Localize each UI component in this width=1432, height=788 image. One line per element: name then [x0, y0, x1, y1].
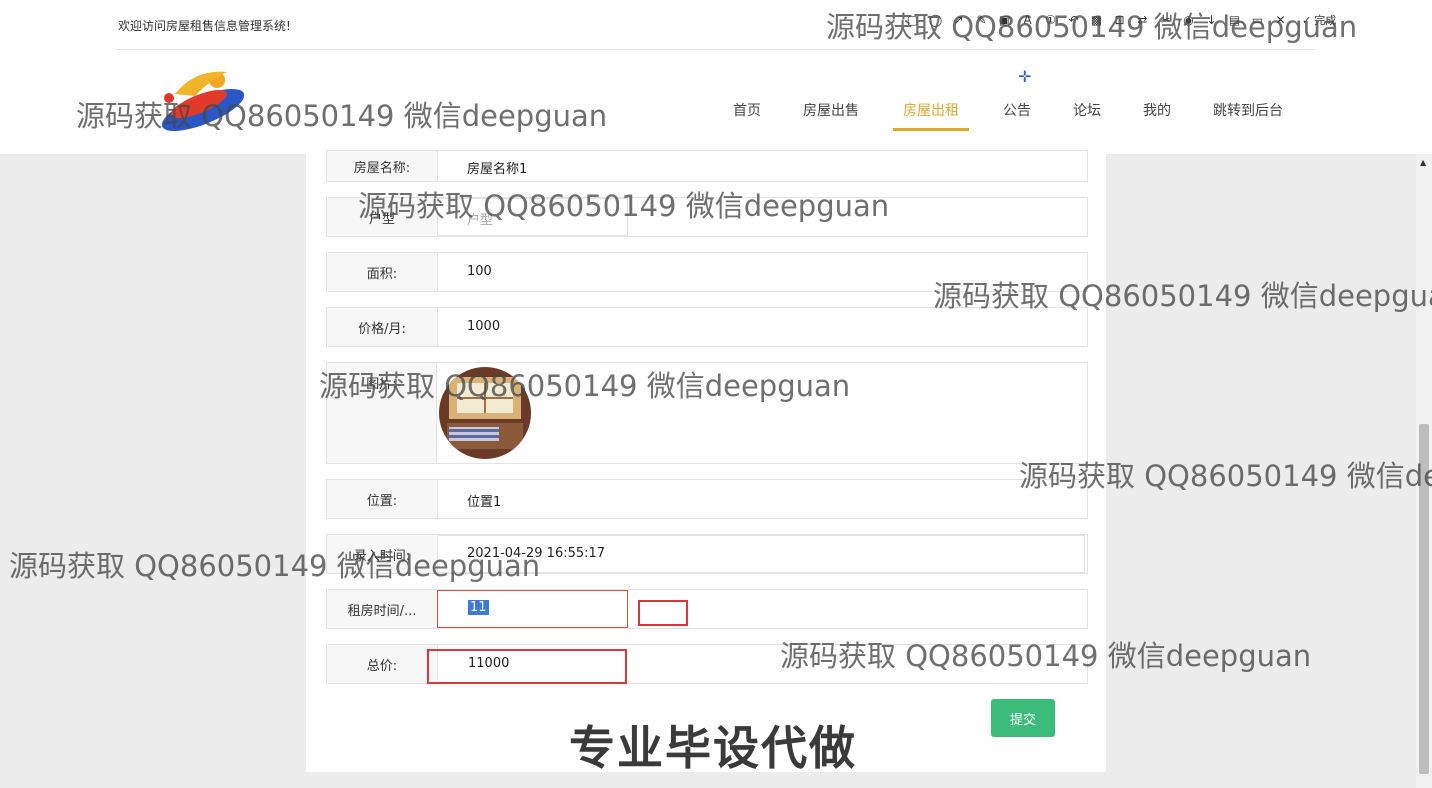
site-logo[interactable]: [155, 64, 250, 138]
nav-house-rent[interactable]: 房屋出租: [893, 90, 969, 131]
undo-icon[interactable]: ↶: [1066, 13, 1081, 28]
row-entry-time: 录入时间: 2021-04-29 16:55:17: [326, 534, 1088, 574]
scissors-icon[interactable]: ✂: [1158, 13, 1173, 28]
annotation-box-total: [427, 649, 627, 684]
rent-time-input[interactable]: [437, 590, 628, 628]
row-price: 价格/月: 1000: [326, 307, 1088, 347]
mosaic-icon[interactable]: ▩: [1089, 13, 1104, 28]
row-house-type: 户型 户型: [326, 197, 1088, 237]
value-house-type: 户型: [467, 213, 494, 228]
download-icon[interactable]: ↓: [1204, 13, 1219, 28]
house-photo: [439, 367, 531, 459]
bookmark-icon[interactable]: ▭: [1250, 13, 1265, 28]
row-rent-time: 租房时间/... 11: [326, 589, 1088, 629]
close-icon[interactable]: ✕: [1273, 13, 1288, 28]
header-divider: [115, 49, 1315, 50]
page-scrollbar[interactable]: ▲: [1416, 154, 1432, 788]
check-icon: ✓: [1302, 13, 1312, 27]
label-area: 面积:: [327, 253, 438, 291]
label-image: 图片:: [327, 363, 437, 463]
arrow-icon[interactable]: ↗: [951, 13, 966, 28]
site-header: 欢迎访问房屋租售信息管理系统! ✛ 首页 房屋出售 房屋出租 公告 论坛 我的 …: [0, 0, 1432, 154]
crosshair-icon: ✛: [1018, 67, 1032, 86]
scroll-thumb[interactable]: [1419, 424, 1429, 774]
submit-button[interactable]: 提交: [991, 699, 1055, 737]
translate-icon[interactable]: ⇄: [1135, 13, 1150, 28]
row-location: 位置: 位置1: [326, 479, 1088, 519]
number-icon[interactable]: ①: [1043, 13, 1058, 28]
nav-notice[interactable]: 公告: [1003, 90, 1031, 128]
value-house-name: 房屋名称1: [467, 162, 528, 177]
nav-home[interactable]: 首页: [733, 90, 761, 128]
nav-house-sale[interactable]: 房屋出售: [803, 90, 859, 128]
done-button[interactable]: ✓ 完成: [1302, 12, 1336, 28]
row-house-name: 房屋名称: 房屋名称1: [326, 150, 1088, 182]
screenshot-toolbar: ▢ ◯ ↗ ✎ ▣ A ① ↶ ▩ ⊡ ⇄ ✂ ◉ ↓ ▤ ▭ ✕ ✓ 完成: [905, 8, 1336, 32]
label-house-name: 房屋名称:: [327, 151, 438, 181]
pen-icon[interactable]: ✎: [974, 13, 989, 28]
ellipse-icon[interactable]: ◯: [928, 13, 943, 28]
nav-forum[interactable]: 论坛: [1073, 90, 1101, 128]
value-location: 位置1: [467, 495, 502, 510]
label-rent-time: 租房时间/...: [327, 590, 438, 628]
annotation-box-small: [638, 600, 688, 626]
nav-mine[interactable]: 我的: [1143, 90, 1171, 128]
nav-admin[interactable]: 跳转到后台: [1213, 90, 1283, 128]
welcome-text: 欢迎访问房屋租售信息管理系统!: [118, 19, 291, 33]
text-icon[interactable]: A: [1020, 13, 1035, 28]
house-type-field[interactable]: [437, 198, 628, 236]
promo-text: 专业毕设代做: [569, 721, 857, 775]
label-price: 价格/月:: [327, 308, 438, 346]
label-total: 总价:: [327, 645, 438, 683]
save-icon[interactable]: ▤: [1227, 13, 1242, 28]
row-area: 面积: 100: [326, 252, 1088, 292]
house-detail-form: 房屋名称: 房屋名称1 户型 户型 面积: 100 价格/月: 1000 图片:…: [306, 150, 1106, 772]
value-rent-time: 11: [468, 600, 489, 615]
label-house-type: 户型: [327, 198, 438, 236]
rectangle-icon[interactable]: ▢: [905, 13, 920, 28]
value-entry-time: 2021-04-29 16:55:17: [467, 546, 606, 561]
label-entry-time: 录入时间:: [327, 535, 438, 573]
value-price: 1000: [467, 319, 501, 334]
marker-icon[interactable]: ▣: [997, 13, 1012, 28]
label-location: 位置:: [327, 480, 438, 518]
record-icon[interactable]: ◉: [1181, 13, 1196, 28]
row-image: 图片:: [326, 362, 1088, 464]
pin-icon[interactable]: ⊡: [1112, 13, 1127, 28]
value-area: 100: [467, 264, 492, 279]
scroll-up-icon[interactable]: ▲: [1420, 158, 1426, 167]
